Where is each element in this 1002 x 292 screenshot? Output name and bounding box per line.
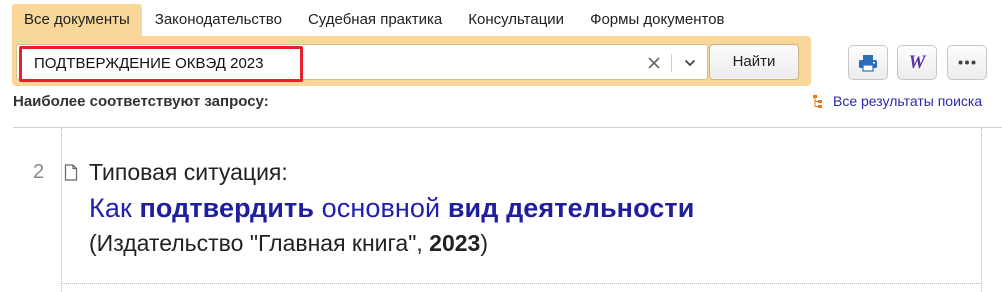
export-word-button[interactable]: W bbox=[897, 45, 937, 80]
source-suffix: ) bbox=[480, 230, 488, 256]
result-title-link[interactable]: Как подтвердить основной вид деятельност… bbox=[89, 193, 694, 224]
results-heading: Наиболее соответствуют запросу: bbox=[13, 93, 269, 110]
tab-court-practice[interactable]: Судебная практика bbox=[295, 4, 455, 36]
result-card-border-left bbox=[61, 128, 62, 292]
tab-consultations[interactable]: Консультации bbox=[455, 4, 577, 36]
title-part[interactable]: основной bbox=[314, 193, 448, 223]
word-export-icon: W bbox=[908, 51, 926, 73]
more-options-button[interactable] bbox=[947, 45, 987, 80]
print-button[interactable] bbox=[848, 45, 888, 80]
find-button[interactable]: Найти bbox=[709, 44, 799, 80]
result-card-border-right bbox=[981, 128, 982, 292]
title-part[interactable]: Как bbox=[89, 193, 139, 223]
more-icon bbox=[958, 60, 976, 65]
source-year: 2023 bbox=[429, 230, 481, 256]
search-query-text[interactable]: ПОДТВЕРЖДЕНИЕ ОКВЭД 2023 bbox=[34, 45, 263, 81]
search-divider bbox=[671, 54, 672, 72]
clear-search-button[interactable] bbox=[641, 45, 667, 81]
title-part-bold[interactable]: вид деятельности bbox=[448, 193, 695, 223]
result-number: 2 bbox=[33, 161, 45, 183]
chevron-down-icon bbox=[684, 59, 696, 67]
search-history-dropdown[interactable] bbox=[675, 45, 705, 81]
tab-all-documents[interactable]: Все документы bbox=[12, 4, 142, 36]
result-card-border-bottom bbox=[61, 283, 981, 284]
result-source: (Издательство "Главная книга", 2023) bbox=[89, 230, 488, 257]
document-icon bbox=[64, 164, 78, 186]
close-icon bbox=[648, 57, 660, 69]
title-part-bold[interactable]: подтвердить bbox=[139, 193, 314, 223]
tab-legislation[interactable]: Законодательство bbox=[142, 4, 295, 36]
search-panel: ПОДТВЕРЖДЕНИЕ ОКВЭД 2023 Найти bbox=[12, 36, 811, 86]
tab-document-forms[interactable]: Формы документов bbox=[577, 4, 737, 36]
source-prefix: (Издательство "Главная книга", bbox=[89, 230, 430, 256]
all-results-label[interactable]: Все результаты поиска bbox=[833, 93, 982, 109]
search-tabs: Все документы Законодательство Судебная … bbox=[12, 4, 738, 36]
all-results-link[interactable]: Все результаты поиска bbox=[813, 93, 982, 109]
result-type: Типовая ситуация: bbox=[89, 159, 288, 185]
header-divider bbox=[13, 127, 1002, 128]
printer-icon bbox=[859, 54, 877, 72]
search-input[interactable]: ПОДТВЕРЖДЕНИЕ ОКВЭД 2023 bbox=[16, 44, 708, 82]
tree-list-icon bbox=[813, 94, 822, 108]
